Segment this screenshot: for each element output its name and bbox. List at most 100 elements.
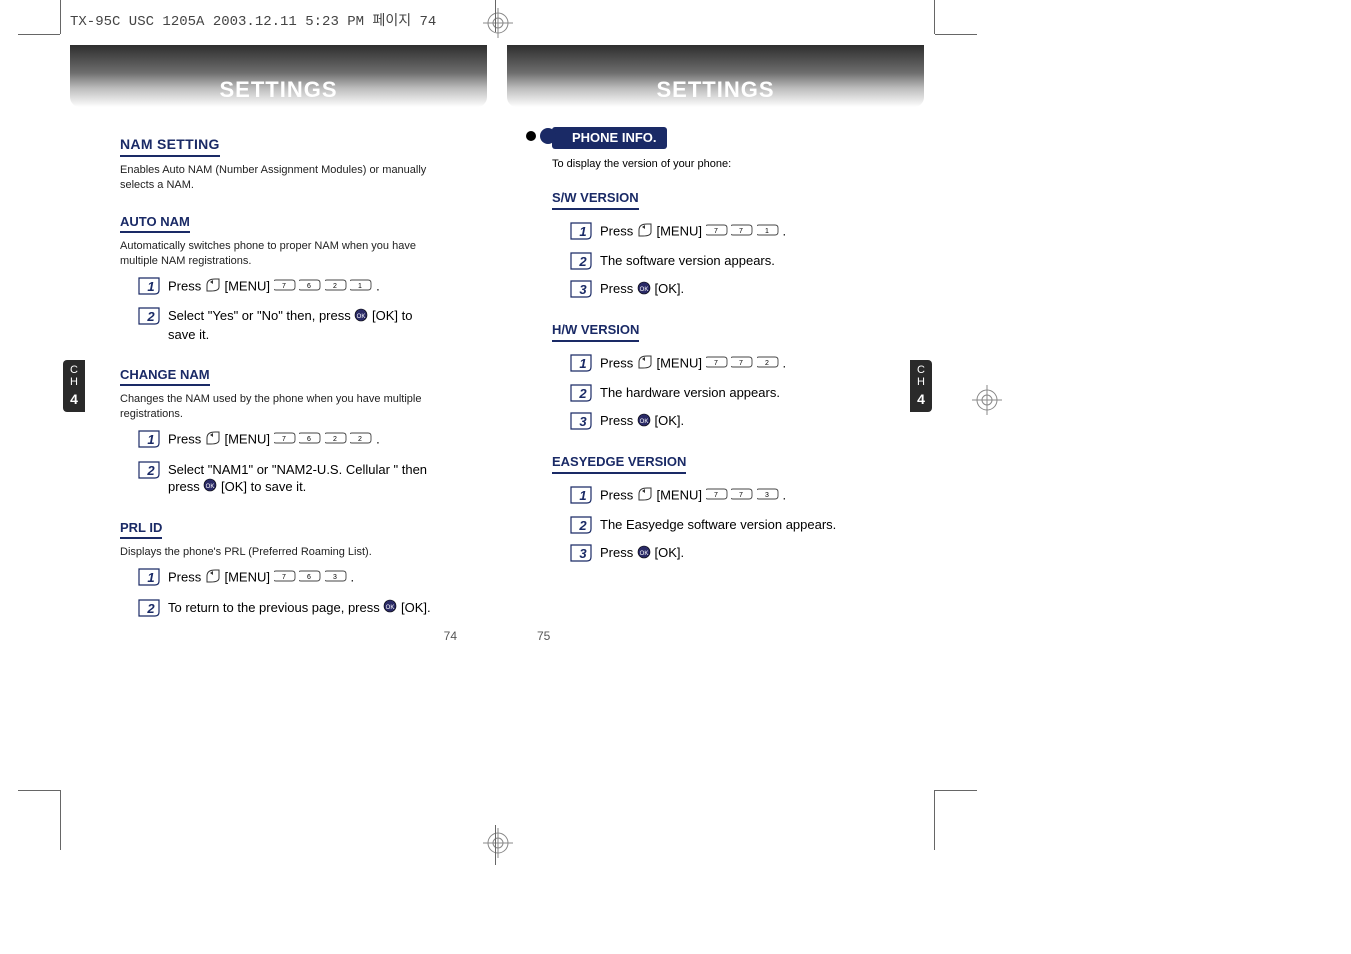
desc-text: Displays the phone's PRL (Preferred Roam… [120, 545, 442, 560]
crop-mark [60, 0, 61, 34]
step-text: Press [MENU] 7 6 3 . [168, 568, 442, 589]
step-number-icon: 2 [138, 461, 160, 479]
numkey-icon: 6 [299, 430, 321, 451]
heading-easyedge-version: EASYEDGE VERSION [552, 453, 686, 474]
heading-sw-version: S/W VERSION [552, 189, 639, 210]
step-row: 2 The hardware version appears. [570, 384, 874, 402]
crop-mark [60, 790, 61, 850]
registration-mark-icon [483, 8, 513, 38]
registration-mark-icon [972, 385, 1002, 415]
step-number-icon: 1 [138, 430, 160, 448]
step-number-icon: 2 [138, 599, 160, 617]
svg-text:7: 7 [282, 574, 286, 581]
crop-mark [18, 34, 60, 35]
svg-text:1: 1 [579, 488, 586, 503]
svg-text:6: 6 [307, 283, 311, 290]
numkey-icon: 2 [350, 430, 372, 451]
svg-text:7: 7 [282, 436, 286, 443]
step-row: 1 Press [MENU] 7 6 2 2 . [138, 430, 442, 451]
step-row: 1 Press [MENU] 7 7 1 . [570, 222, 874, 243]
step-number-icon: 3 [570, 280, 592, 298]
desc-text: To display the version of your phone: [552, 157, 874, 172]
numkey-icon: 1 [757, 222, 779, 243]
step-number-icon: 1 [570, 486, 592, 504]
step-text: Press [OK]. [600, 280, 874, 299]
heading-change-nam: CHANGE NAM [120, 366, 210, 387]
svg-text:2: 2 [333, 436, 337, 443]
step-text: Press [MENU] 7 7 1 . [600, 222, 874, 243]
numkey-icon: 7 [274, 568, 296, 589]
svg-text:3: 3 [333, 574, 337, 581]
step-number-icon: 2 [570, 384, 592, 402]
svg-text:1: 1 [579, 356, 586, 371]
softkey-icon [205, 430, 221, 451]
svg-text:1: 1 [359, 283, 363, 290]
svg-text:2: 2 [333, 283, 337, 290]
step-row: 1 Press [MENU] 7 7 2 . [570, 354, 874, 375]
svg-text:2: 2 [359, 436, 363, 443]
step-number-icon: 2 [570, 252, 592, 270]
numkey-icon: 2 [325, 430, 347, 451]
svg-text:1: 1 [147, 279, 154, 294]
page-number: 75 [537, 629, 550, 643]
svg-text:2: 2 [578, 518, 587, 533]
crop-mark [935, 790, 977, 791]
numkey-icon: 7 [706, 486, 728, 507]
softkey-icon [205, 568, 221, 589]
step-number-icon: 2 [570, 516, 592, 534]
step-row: 2 The software version appears. [570, 252, 874, 270]
numkey-icon: 7 [274, 277, 296, 298]
svg-text:3: 3 [579, 282, 587, 297]
svg-text:7: 7 [282, 283, 286, 290]
numkey-icon: 7 [731, 354, 753, 375]
step-number-icon: 1 [138, 568, 160, 586]
step-row: 2 Select "NAM1" or "NAM2-U.S. Cellular "… [138, 461, 442, 497]
numkey-icon: 2 [325, 277, 347, 298]
numkey-icon: 1 [350, 277, 372, 298]
crop-mark [495, 0, 496, 32]
step-row: 1 Press [MENU] 7 6 2 1 . [138, 277, 442, 298]
step-row: 2 Select "Yes" or "No" then, press [OK] … [138, 307, 442, 343]
step-text: Select "Yes" or "No" then, press [OK] to… [168, 307, 442, 343]
svg-text:2: 2 [146, 309, 155, 324]
step-text: Press [MENU] 7 7 3 . [600, 486, 874, 507]
step-number-icon: 2 [138, 307, 160, 325]
svg-text:7: 7 [739, 228, 743, 235]
step-row: 2 The Easyedge software version appears. [570, 516, 874, 534]
numkey-icon: 7 [706, 222, 728, 243]
crop-mark [495, 825, 496, 865]
softkey-icon [205, 277, 221, 298]
heading-auto-nam: AUTO NAM [120, 213, 190, 234]
softkey-icon [637, 354, 653, 375]
step-row: 1 Press [MENU] 7 6 3 . [138, 568, 442, 589]
svg-text:2: 2 [765, 360, 769, 367]
ok-key-icon [354, 308, 368, 327]
numkey-icon: 2 [757, 354, 779, 375]
svg-text:1: 1 [147, 570, 154, 585]
step-number-icon: 1 [570, 354, 592, 372]
desc-text: Enables Auto NAM (Number Assignment Modu… [120, 163, 442, 193]
svg-text:7: 7 [714, 360, 718, 367]
desc-text: Automatically switches phone to proper N… [120, 239, 442, 269]
step-text: Press [OK]. [600, 412, 874, 431]
step-row: 3 Press [OK]. [570, 280, 874, 299]
numkey-icon: 6 [299, 277, 321, 298]
ok-key-icon [637, 413, 651, 432]
numkey-icon: 7 [274, 430, 296, 451]
crop-mark [18, 790, 60, 791]
step-row: 3 Press [OK]. [570, 544, 874, 563]
registration-mark-icon [483, 828, 513, 858]
numkey-icon: 3 [757, 486, 779, 507]
numkey-icon: 7 [731, 222, 753, 243]
heading-prl-id: PRL ID [120, 519, 162, 540]
svg-text:2: 2 [578, 386, 587, 401]
ok-key-icon [383, 599, 397, 618]
page-right: SETTINGS PHONE INFO. To display the vers… [497, 45, 934, 628]
heading-hw-version: H/W VERSION [552, 321, 639, 342]
heading-nam-setting: NAM SETTING [120, 135, 220, 157]
ok-key-icon [203, 478, 217, 497]
step-text: The software version appears. [600, 252, 874, 270]
svg-text:2: 2 [146, 601, 155, 616]
svg-text:1: 1 [765, 228, 769, 235]
step-text: Press [MENU] 7 6 2 1 . [168, 277, 442, 298]
